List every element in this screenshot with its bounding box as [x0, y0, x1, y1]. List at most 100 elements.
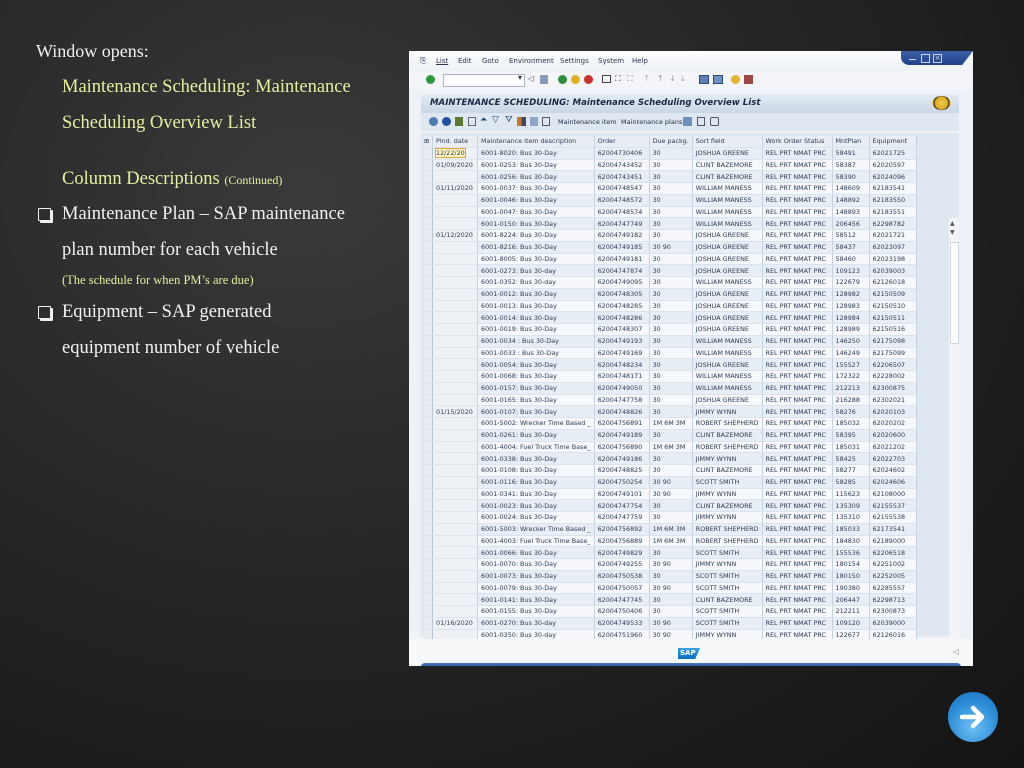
table-row[interactable]: 6001-0070: Bus 30-Day 62004749255 30 90 JIM… — [424, 558, 917, 571]
save-icon[interactable] — [540, 75, 548, 84]
table-row[interactable]: 01/12/2020 6001-8224: Bus 30-Day 620047491… — [424, 229, 917, 242]
next-slide-button[interactable] — [948, 692, 998, 742]
table-row[interactable]: 6001-0024: Bus 30-Day 62004747759 30 JIMMY … — [424, 511, 917, 524]
row-selector[interactable] — [424, 593, 433, 606]
menu-settings[interactable]: Settings — [560, 57, 589, 65]
row-selector[interactable] — [424, 558, 433, 571]
row-selector[interactable] — [424, 159, 433, 172]
sort-ascending-icon[interactable]: ⏶ — [480, 115, 487, 125]
table-row[interactable]: 6001-5003: Wrecker Time Based _ 620047568… — [424, 523, 917, 536]
row-selector[interactable] — [424, 605, 433, 618]
table-row[interactable]: 6001-0141: Bus 30-Day 62004747745 30 CLINT … — [424, 593, 917, 606]
table-row[interactable]: 6001-0352: Bus 30-day 62004749095 30 WILLIA… — [424, 276, 917, 289]
row-selector[interactable] — [424, 206, 433, 219]
select-all-icon[interactable] — [468, 117, 476, 126]
row-selector[interactable] — [424, 170, 433, 183]
table-row[interactable]: 01/15/2020 6001-0107: Bus 30-Day 620047488… — [424, 405, 917, 418]
table-row[interactable]: 6001-0155: Bus 30-Day 62004750406 30 SCOTT … — [424, 605, 917, 618]
row-selector[interactable] — [424, 452, 433, 465]
print-icon[interactable] — [602, 75, 611, 83]
help-icon[interactable] — [731, 75, 740, 84]
notes-icon[interactable] — [697, 117, 705, 126]
details-icon[interactable] — [455, 117, 463, 126]
find-icon[interactable]: ⛶ — [615, 74, 621, 84]
column-header-order[interactable]: Order — [594, 136, 650, 148]
table-row[interactable]: 12/22/20 6001-8020: Bus 30-Day 62004730406… — [424, 147, 917, 160]
table-row[interactable]: 6001-5002: Wrecker Time Based _ 620047568… — [424, 417, 917, 430]
minimize-icon[interactable] — [909, 54, 916, 60]
cancel-icon[interactable] — [584, 75, 593, 84]
back-arrow-icon[interactable]: ◁ — [528, 74, 534, 83]
table-row[interactable]: 6001-0165: Bus 30-Day 62004747758 30 JOSHUA… — [424, 394, 917, 407]
menu-help[interactable]: Help — [632, 57, 648, 65]
row-selector[interactable] — [424, 511, 433, 524]
row-selector[interactable] — [424, 523, 433, 536]
shortcut-icon[interactable] — [713, 75, 723, 84]
column-header-plnd-date[interactable]: Plnd. date — [432, 136, 478, 148]
display-icon[interactable] — [429, 117, 438, 126]
row-selector[interactable] — [424, 499, 433, 512]
row-selector[interactable] — [424, 288, 433, 301]
row-selector[interactable] — [424, 147, 433, 160]
attachment-icon[interactable] — [710, 117, 719, 126]
column-header-mntplan[interactable]: MntPlan — [832, 136, 870, 148]
command-field[interactable] — [443, 73, 525, 87]
row-selector[interactable] — [424, 182, 433, 195]
last-page-icon[interactable]: ⤓ — [681, 74, 685, 84]
column-header-description[interactable]: Maintenance item description — [477, 136, 595, 148]
set-filter-icon[interactable]: ⛛ — [505, 115, 513, 125]
row-selector[interactable] — [424, 488, 433, 501]
row-selector[interactable] — [424, 217, 433, 230]
scroll-thumb[interactable] — [950, 242, 959, 344]
next-page-icon[interactable]: ↓ — [669, 74, 676, 83]
menu-goto[interactable]: Goto — [482, 57, 499, 65]
row-selector[interactable] — [424, 229, 433, 242]
row-selector[interactable] — [424, 405, 433, 418]
row-selector[interactable] — [424, 476, 433, 489]
table-row[interactable]: 6001-0108: Bus 30-Day 62004748825 30 CLINT … — [424, 464, 917, 477]
table-row[interactable]: 6001-0150: Bus 30-Day 62004747749 30 WILLIA… — [424, 217, 917, 230]
menu-exit-icon[interactable]: ⎘ — [420, 56, 426, 66]
row-selector[interactable] — [424, 241, 433, 254]
filter-icon[interactable]: ▽ — [492, 115, 499, 125]
maintenance-plans-button[interactable]: Maintenance plans — [621, 118, 682, 126]
table-row[interactable]: 6001-0013: Bus 30-Day 62004748285 30 JOSHUA… — [424, 300, 917, 313]
table-row[interactable]: 6001-0073: Bus 30-Day 62004750538 30 SCOTT … — [424, 570, 917, 583]
row-selector[interactable] — [424, 394, 433, 407]
menu-edit[interactable]: Edit — [458, 57, 472, 65]
table-row[interactable]: 6001-0054: Bus 30-Day 62004748234 30 JOSHUA… — [424, 358, 917, 371]
row-selector[interactable] — [424, 429, 433, 442]
enter-check-icon[interactable] — [426, 75, 435, 84]
row-selector[interactable] — [424, 276, 433, 289]
table-row[interactable]: 6001-0046: Bus 30-Day 62004748572 30 WILLIA… — [424, 194, 917, 207]
row-selector[interactable] — [424, 253, 433, 266]
column-header-equipment[interactable]: Equipment — [869, 136, 917, 148]
column-settings-icon[interactable]: ⊞ — [424, 136, 433, 148]
table-row[interactable]: 6001-0256: Bus 30-Day 62004743451 30 CLINT … — [424, 170, 917, 183]
table-row[interactable]: 6001-4004: Fuel Truck Time Base_ 62004756… — [424, 441, 917, 454]
export-icon[interactable] — [517, 117, 526, 126]
create-session-icon[interactable] — [699, 75, 709, 84]
row-selector[interactable] — [424, 311, 433, 324]
table-row[interactable]: 6001-0068: Bus 30-Day 62004748171 30 WILLIA… — [424, 370, 917, 383]
table-row[interactable]: 6001-8005: Bus 30-Day 62004749181 30 JOSHUA… — [424, 253, 917, 266]
exit-icon[interactable] — [571, 75, 580, 84]
column-header-work-order-status[interactable]: Work Order Status — [762, 136, 833, 148]
row-selector[interactable] — [424, 417, 433, 430]
row-selector[interactable] — [424, 300, 433, 313]
table-row[interactable]: 6001-0047: Bus 30-Day 62004748574 30 WILLIA… — [424, 206, 917, 219]
row-selector[interactable] — [424, 570, 433, 583]
row-selector[interactable] — [424, 535, 433, 548]
table-row[interactable]: 6001-0338: Bus 30-Day 62004749186 30 JIMMY … — [424, 452, 917, 465]
layout-icon[interactable] — [530, 117, 538, 126]
table-row[interactable]: 01/16/2020 6001-0270: Bus 30-day 620047495… — [424, 617, 917, 630]
table-row[interactable]: 6001-0014: Bus 30-Day 62004748286 30 JOSHUA… — [424, 311, 917, 324]
refresh-icon[interactable] — [442, 117, 451, 126]
close-icon[interactable]: × — [933, 54, 942, 63]
table-row[interactable]: 6001-0079: Bus 30-Day 62004750057 30 90 SCO… — [424, 582, 917, 595]
table-row[interactable]: 6001-0019: Bus 30-Day 62004748307 30 JOSHUA… — [424, 323, 917, 336]
scroll-down-icon[interactable]: ▼ — [950, 229, 955, 236]
row-selector[interactable] — [424, 546, 433, 559]
table-row[interactable]: 6001-0157: Bus 30-Day 62004749050 30 WILLIA… — [424, 382, 917, 395]
back-icon[interactable] — [558, 75, 567, 84]
